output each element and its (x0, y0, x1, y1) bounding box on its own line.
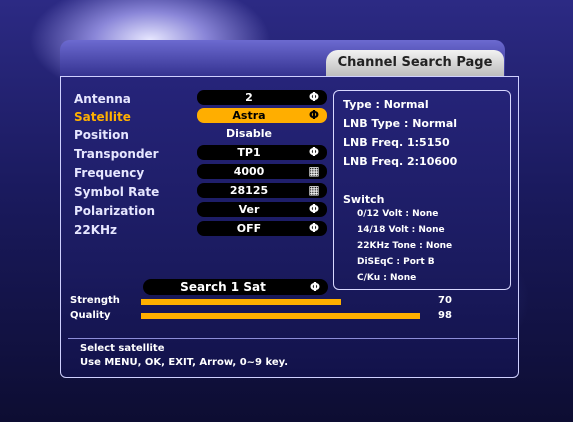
polarization-selector[interactable]: Ver Φ (197, 202, 327, 217)
satellite-dish-icon: Φ (308, 202, 320, 216)
satellite-label: Satellite (74, 110, 131, 124)
switch-item: C/Ku : None (357, 273, 417, 283)
22khz-value: OFF (236, 222, 262, 235)
strength-value: 70 (438, 295, 452, 306)
symbol-rate-value: 28125 (229, 184, 269, 197)
polarization-value: Ver (238, 203, 260, 216)
polarization-label: Polarization (74, 204, 155, 218)
help-text: Select satellite (80, 343, 165, 354)
antenna-label: Antenna (74, 92, 131, 106)
lnb-type-info: LNB Type : Normal (343, 117, 458, 130)
page-title: Channel Search Page (326, 50, 504, 76)
transponder-selector[interactable]: TP1 Φ (197, 145, 327, 160)
type-info: Type : Normal (343, 98, 429, 111)
frequency-value: 4000 (233, 165, 265, 178)
search-label: Search 1 Sat (180, 280, 266, 294)
transponder-value: TP1 (237, 146, 261, 159)
antenna-value: 2 (245, 91, 253, 104)
quality-bar (141, 313, 420, 319)
strength-label: Strength (70, 295, 120, 306)
switch-item: DiSEqC : Port B (357, 257, 435, 267)
position-label: Position (74, 128, 129, 142)
frequency-input[interactable]: 4000 ▦ (197, 164, 327, 179)
switch-title: Switch (343, 193, 385, 206)
symbol-rate-input[interactable]: 28125 ▦ (197, 183, 327, 198)
strength-bar (141, 299, 341, 305)
satellite-value: Astra (232, 109, 266, 122)
search-1-sat-button[interactable]: Search 1 Sat Φ (143, 279, 328, 295)
satellite-dish-icon: Φ (308, 108, 320, 122)
22khz-selector[interactable]: OFF Φ (197, 221, 327, 236)
lnb-freq2-info: LNB Freq. 2:10600 (343, 155, 458, 168)
symbol-rate-label: Symbol Rate (74, 185, 160, 199)
satellite-dish-icon: Φ (308, 221, 320, 235)
lnb-freq1-info: LNB Freq. 1:5150 (343, 136, 450, 149)
switch-item: 14/18 Volt : None (357, 225, 445, 235)
transponder-label: Transponder (74, 147, 159, 161)
quality-label: Quality (70, 310, 111, 321)
switch-item: 0/12 Volt : None (357, 209, 439, 219)
divider (68, 338, 517, 339)
numeric-keypad-icon: ▦ (308, 183, 320, 197)
antenna-selector[interactable]: 2 Φ (197, 90, 327, 105)
frequency-label: Frequency (74, 166, 145, 180)
satellite-dish-icon: Φ (308, 145, 320, 159)
22khz-label: 22KHz (74, 223, 118, 237)
quality-value: 98 (438, 310, 452, 321)
position-value[interactable]: Disable (197, 126, 301, 141)
satellite-dish-icon: Φ (309, 280, 321, 294)
numeric-keypad-icon: ▦ (308, 164, 320, 178)
satellite-dish-icon: Φ (308, 90, 320, 104)
switch-item: 22KHz Tone : None (357, 241, 453, 251)
satellite-selector[interactable]: Astra Φ (197, 108, 327, 123)
help-keys: Use MENU, OK, EXIT, Arrow, 0~9 key. (80, 357, 289, 368)
